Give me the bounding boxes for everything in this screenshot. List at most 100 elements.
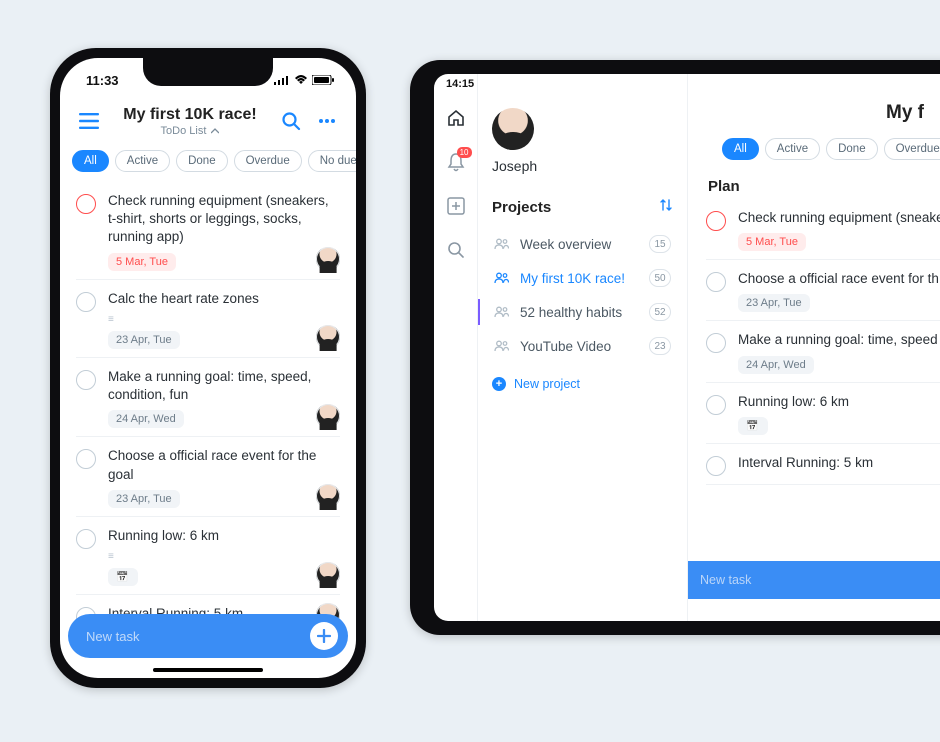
signal-icon <box>274 75 290 85</box>
filter-no-due-date[interactable]: No due date <box>308 150 356 172</box>
plus-icon <box>317 629 331 643</box>
task-checkbox[interactable] <box>706 333 726 353</box>
task-row[interactable]: Running low: 6 km <box>706 383 940 444</box>
description-icon: ≡ <box>108 551 114 562</box>
search-icon <box>447 241 465 259</box>
new-task-label: New task <box>86 629 139 644</box>
new-project-label: New project <box>514 377 580 391</box>
user-name: Joseph <box>492 158 673 174</box>
assignee-avatar[interactable] <box>316 484 340 508</box>
home-indicator[interactable] <box>153 668 263 672</box>
side-pane: Joseph Projects Week overview15My first … <box>478 74 688 621</box>
hamburger-icon <box>79 113 99 129</box>
task-checkbox[interactable] <box>706 456 726 476</box>
filter-done[interactable]: Done <box>176 150 228 172</box>
project-list: Week overview15My first 10K race!5052 he… <box>492 227 673 363</box>
user-avatar[interactable] <box>492 108 534 150</box>
task-row[interactable]: Check running equipment (sneakers, t-shi… <box>76 182 340 280</box>
filter-active[interactable]: Active <box>765 138 820 160</box>
nav-home[interactable] <box>446 108 466 128</box>
nav-notifications[interactable]: 10 <box>446 152 466 172</box>
task-row[interactable]: Make a running goal: time, speed 24 Apr, … <box>706 321 940 382</box>
task-checkbox[interactable] <box>706 272 726 292</box>
people-icon <box>494 340 510 352</box>
project-item[interactable]: Week overview15 <box>492 227 673 261</box>
ipad-device: 14:15 ••• 10 Joseph Projects <box>410 60 940 635</box>
search-button[interactable] <box>276 106 306 136</box>
task-date <box>738 417 768 435</box>
task-title: Make a running goal: time, speed <box>738 331 940 349</box>
menu-button[interactable] <box>74 106 104 136</box>
task-list[interactable]: Check running equipment (sneakers, t-shi… <box>60 182 356 678</box>
project-item[interactable]: YouTube Video23 <box>492 329 673 363</box>
task-row[interactable]: Interval Running: 5 km <box>706 444 940 485</box>
task-checkbox[interactable] <box>76 529 96 549</box>
add-box-icon <box>447 197 465 215</box>
assignee-avatar[interactable] <box>316 247 340 271</box>
task-checkbox[interactable] <box>76 292 96 312</box>
project-name: 52 healthy habits <box>520 305 622 320</box>
project-count: 50 <box>649 269 671 287</box>
filter-overdue[interactable]: Overdue <box>234 150 302 172</box>
task-title: Calc the heart rate zones <box>108 290 340 308</box>
task-body: Choose a official race event for th23 Ap… <box>738 270 940 312</box>
task-body: Check running equipment (sneakers, t-shi… <box>108 192 340 271</box>
new-project-button[interactable]: + New project <box>492 377 673 391</box>
task-checkbox[interactable] <box>706 395 726 415</box>
iphone-screen: 11:33 My first 10K race! ToDo List <box>60 58 356 678</box>
task-list[interactable]: Check running equipment (sneakers, runni… <box>706 199 940 485</box>
home-icon <box>446 108 466 128</box>
task-row[interactable]: Make a running goal: time, speed, condit… <box>76 358 340 437</box>
filter-all[interactable]: All <box>722 138 759 160</box>
iphone-notch <box>143 58 273 86</box>
filter-done[interactable]: Done <box>826 138 878 160</box>
task-checkbox[interactable] <box>76 449 96 469</box>
new-task-bar[interactable]: New task <box>68 614 348 658</box>
task-checkbox[interactable] <box>76 370 96 390</box>
project-name: YouTube Video <box>520 339 611 354</box>
new-task-label: New task <box>700 573 751 587</box>
chevron-up-icon <box>211 128 219 134</box>
task-body: Calc the heart rate zones≡23 Apr, Tue <box>108 290 340 349</box>
task-body: Make a running goal: time, speed, condit… <box>108 368 340 428</box>
project-name: Week overview <box>520 237 611 252</box>
more-button[interactable] <box>312 106 342 136</box>
assignee-avatar[interactable] <box>316 325 340 349</box>
filter-active[interactable]: Active <box>115 150 170 172</box>
task-date: 23 Apr, Tue <box>108 490 180 508</box>
task-title: Interval Running: 5 km <box>738 454 940 472</box>
sort-icon <box>659 198 673 212</box>
task-row[interactable]: Calc the heart rate zones≡23 Apr, Tue <box>76 280 340 358</box>
wifi-icon <box>294 75 308 85</box>
section-heading: Plan <box>708 178 940 195</box>
project-item[interactable]: My first 10K race!50 <box>492 261 673 295</box>
people-icon <box>494 306 510 318</box>
nav-add[interactable] <box>446 196 466 216</box>
task-row[interactable]: Choose a official race event for the goa… <box>76 437 340 516</box>
add-task-button[interactable] <box>310 622 338 650</box>
task-row[interactable]: Check running equipment (sneakers, runni… <box>706 199 940 260</box>
page-title-group[interactable]: My first 10K race! ToDo List <box>104 106 276 137</box>
filter-overdue[interactable]: Overdue <box>884 138 940 160</box>
task-row[interactable]: Choose a official race event for th23 Ap… <box>706 260 940 321</box>
task-body: Running low: 6 km <box>738 393 940 435</box>
task-body: Check running equipment (sneakers, runni… <box>738 209 940 251</box>
task-date: 5 Mar, Tue <box>738 233 806 251</box>
task-row[interactable]: Running low: 6 km≡ <box>76 517 340 595</box>
task-checkbox[interactable] <box>706 211 726 231</box>
filter-row: AllActiveDoneOverdueNo due dateTo <box>60 142 356 182</box>
ipad-screen: 14:15 ••• 10 Joseph Projects <box>434 74 940 621</box>
assignee-avatar[interactable] <box>316 404 340 428</box>
task-body: Running low: 6 km≡ <box>108 527 340 586</box>
task-checkbox[interactable] <box>76 194 96 214</box>
more-icon <box>317 111 337 131</box>
sort-button[interactable] <box>659 198 673 217</box>
project-item[interactable]: 52 healthy habits52 <box>492 295 673 329</box>
task-date <box>108 568 138 586</box>
filter-all[interactable]: All <box>72 150 109 172</box>
nav-search[interactable] <box>446 240 466 260</box>
projects-header: Projects <box>492 198 673 217</box>
assignee-avatar[interactable] <box>316 562 340 586</box>
task-date: 24 Apr, Wed <box>738 356 814 374</box>
new-task-bar[interactable]: New task <box>688 561 940 599</box>
